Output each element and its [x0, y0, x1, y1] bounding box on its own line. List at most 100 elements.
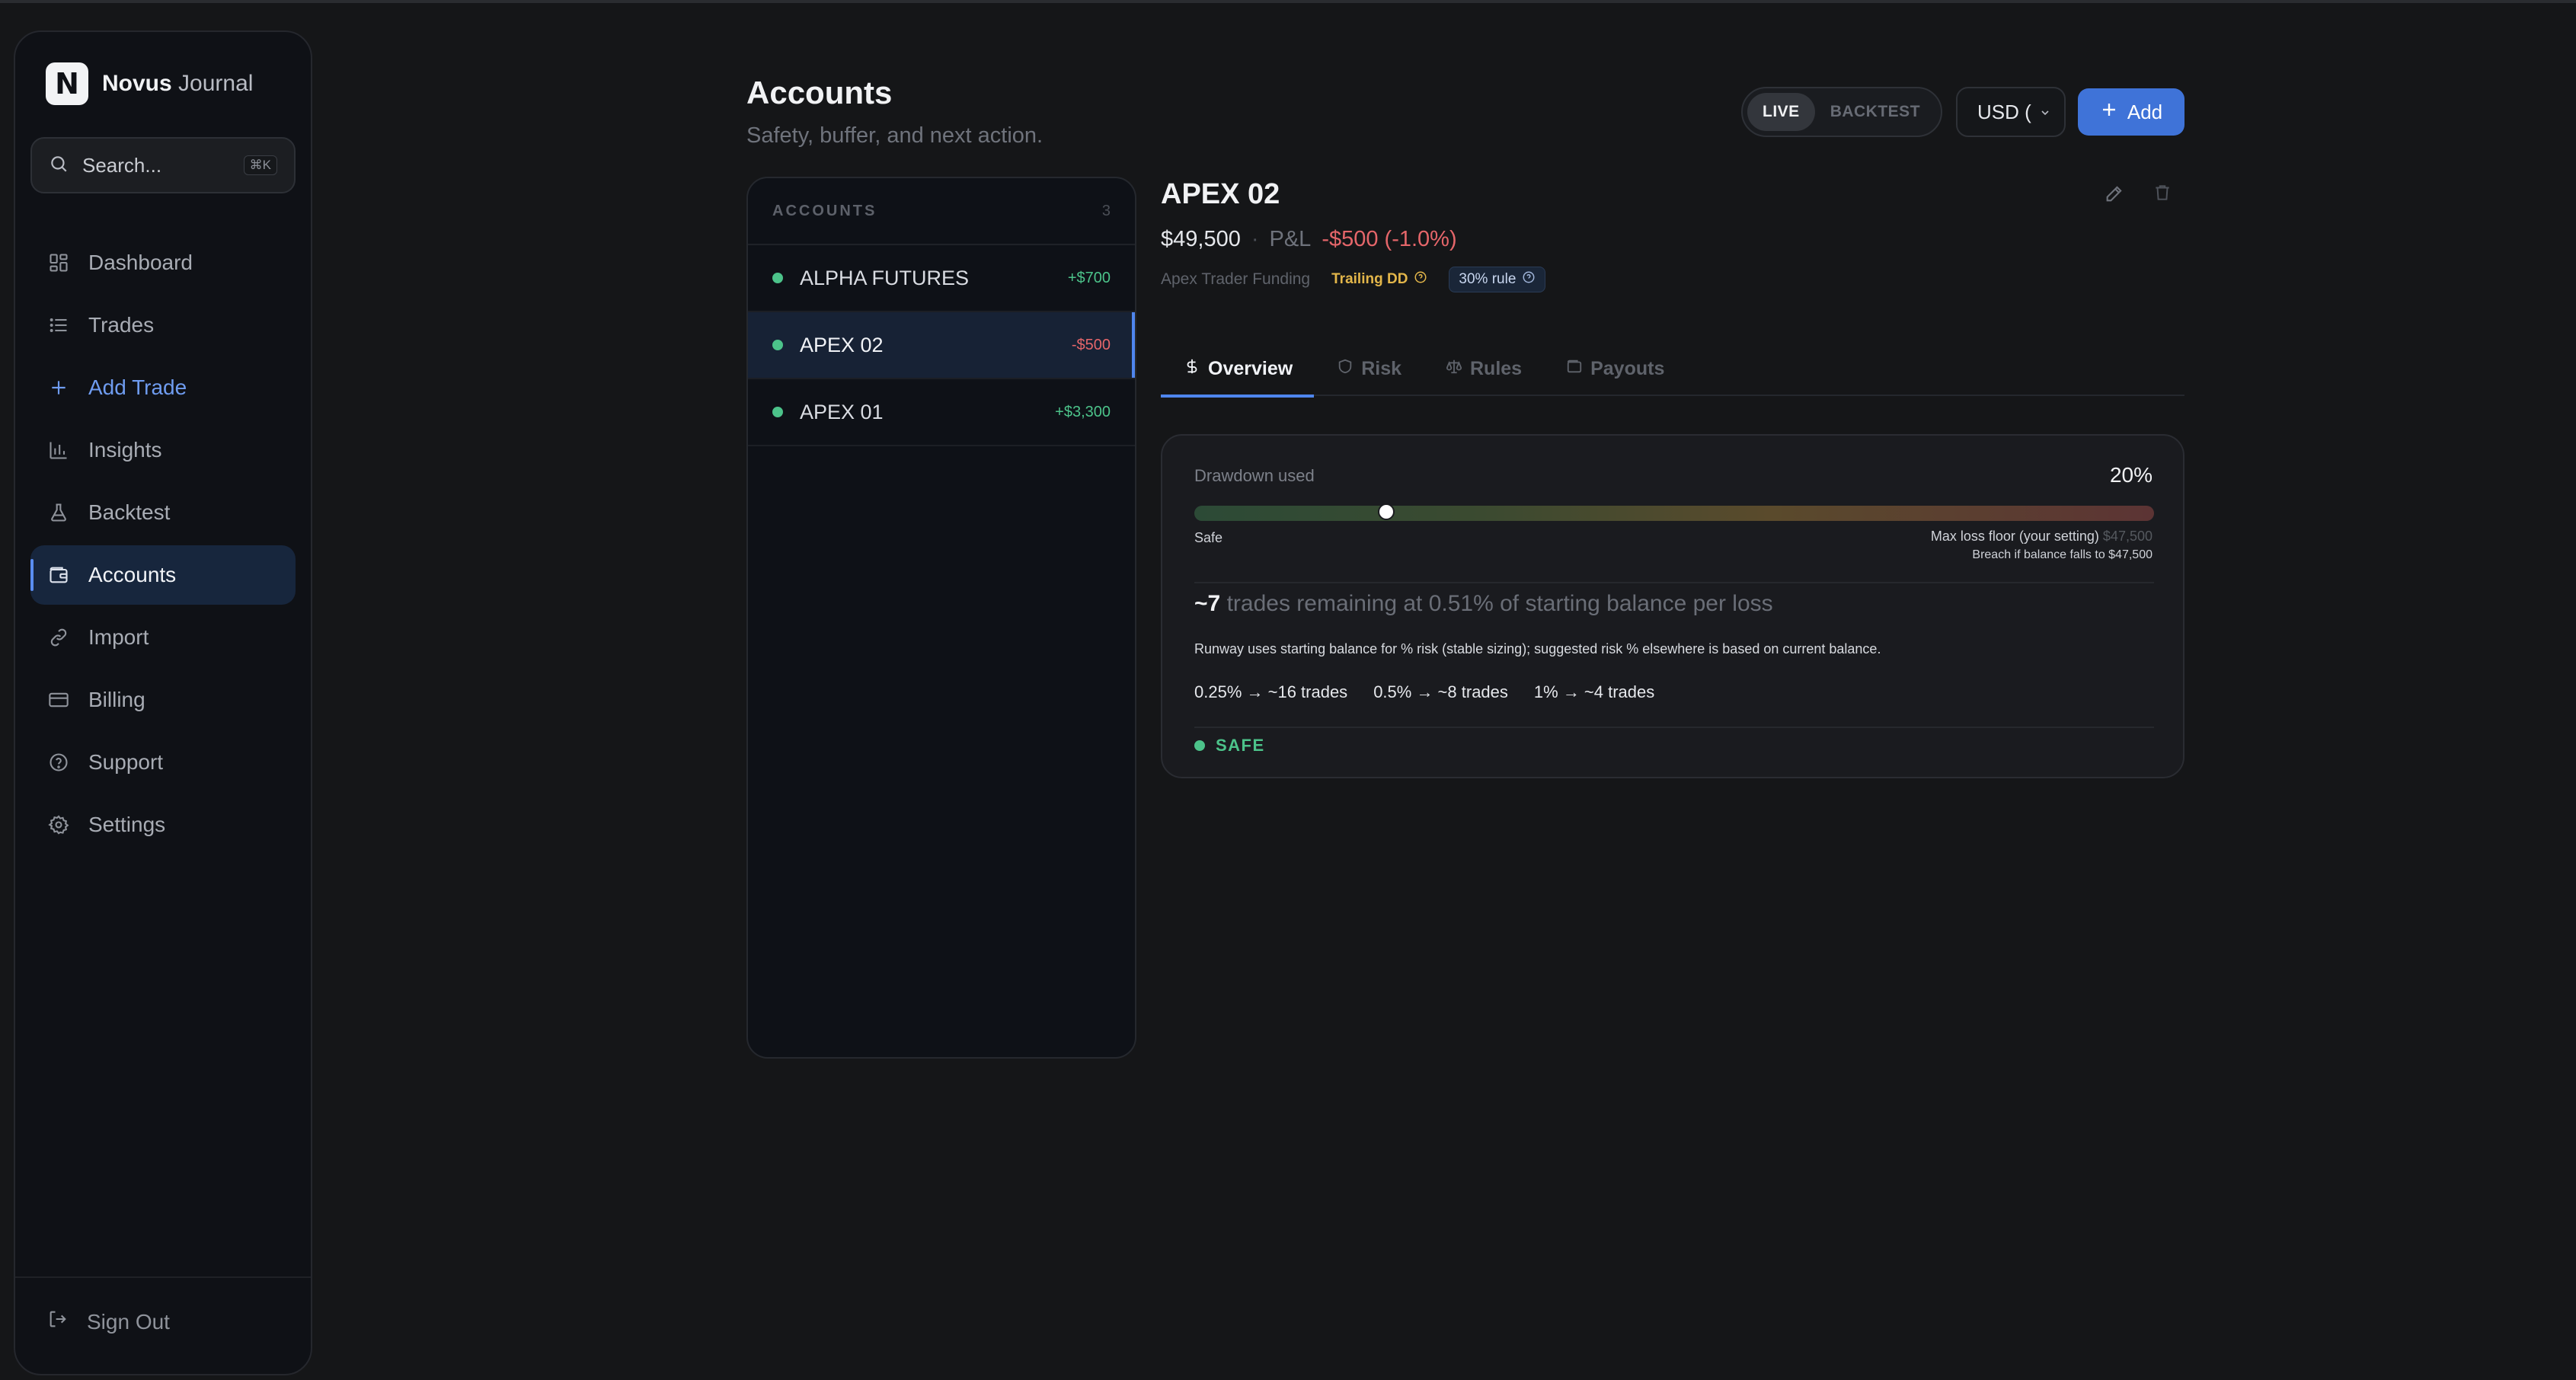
- tab-label: Rules: [1470, 357, 1523, 379]
- sidebar-item-label: Dashboard: [88, 251, 193, 274]
- sidebar-item-insights[interactable]: Insights: [30, 420, 296, 480]
- pnl-label: P&L: [1269, 227, 1312, 251]
- sidebar-item-settings[interactable]: Settings: [30, 795, 296, 855]
- firm-name: Apex Trader Funding: [1161, 270, 1311, 288]
- scale-icon: [1446, 358, 1462, 380]
- tab-label: Payouts: [1590, 357, 1665, 379]
- trailing-dd-label: Trailing DD: [1331, 271, 1408, 287]
- risk-option: 1% → ~4 trades: [1533, 682, 1655, 701]
- mode-live-button[interactable]: LIVE: [1747, 93, 1815, 131]
- tab-payouts[interactable]: Payouts: [1543, 341, 1686, 396]
- rule-badge[interactable]: 30% rule: [1449, 267, 1546, 292]
- divider: [1194, 582, 2154, 583]
- breach-note: Breach if balance falls to $47,500: [1972, 548, 2153, 561]
- sidebar-footer: Sign Out: [15, 1276, 311, 1374]
- tab-label: Risk: [1361, 357, 1401, 379]
- edit-icon[interactable]: [2104, 183, 2125, 208]
- sidebar-item-label: Settings: [88, 813, 166, 836]
- sidebar: N Novus Journal Search... ⌘K Dashboard T…: [14, 30, 312, 1375]
- sidebar-item-billing[interactable]: Billing: [30, 670, 296, 730]
- status-dot: [772, 340, 783, 350]
- link-icon: [47, 626, 70, 649]
- sidebar-item-label: Support: [88, 750, 164, 774]
- sign-out-icon: [47, 1308, 69, 1335]
- separator-dot: ·: [1251, 227, 1259, 251]
- help-circle-icon: [47, 751, 70, 774]
- sidebar-item-label: Add Trade: [88, 375, 187, 399]
- account-row-alpha-futures[interactable]: ALPHA FUTURES +$700: [748, 245, 1135, 312]
- runway-summary: ~7 trades remaining at 0.51% of starting…: [1194, 591, 1773, 617]
- safe-label: Safe: [1194, 530, 1223, 545]
- trash-icon[interactable]: [2153, 183, 2172, 206]
- window-top-edge: [0, 0, 2576, 3]
- tab-rules[interactable]: Rules: [1423, 341, 1543, 396]
- wallet-icon: [1566, 358, 1583, 380]
- mode-toggle: LIVE BACKTEST: [1741, 87, 1942, 137]
- account-name: APEX 02: [800, 333, 884, 356]
- max-loss-value: $47,500: [2102, 529, 2153, 544]
- dollar-icon: [1184, 358, 1200, 380]
- grid-icon: [47, 251, 70, 274]
- sidebar-item-trades[interactable]: Trades: [30, 295, 296, 355]
- flask-icon: [47, 501, 70, 524]
- account-name: ALPHA FUTURES: [800, 266, 970, 289]
- shield-icon: [1337, 358, 1354, 380]
- help-circle-icon: [1522, 270, 1536, 289]
- max-loss-floor: Max loss floor (your setting) $47,500: [1931, 529, 2153, 545]
- sidebar-item-add-trade[interactable]: Add Trade: [30, 358, 296, 417]
- add-button-label: Add: [2127, 100, 2163, 123]
- account-row-apex-02[interactable]: APEX 02 -$500: [748, 312, 1135, 379]
- sidebar-item-label: Accounts: [88, 563, 177, 586]
- account-row-apex-01[interactable]: APEX 01 +$3,300: [748, 379, 1135, 446]
- sidebar-item-backtest[interactable]: Backtest: [30, 483, 296, 542]
- account-meta: Apex Trader Funding Trailing DD 30% rule: [1161, 267, 1546, 292]
- trailing-dd-badge[interactable]: Trailing DD: [1324, 267, 1435, 292]
- account-title: APEX 02: [1161, 178, 1280, 210]
- wallet-icon: [47, 564, 70, 586]
- sidebar-item-accounts[interactable]: Accounts: [30, 545, 296, 605]
- status-dot: [772, 273, 783, 283]
- currency-select[interactable]: USD (: [1956, 87, 2066, 137]
- add-account-button[interactable]: Add: [2078, 88, 2184, 136]
- status-badge: SAFE: [1194, 736, 1265, 755]
- account-pnl: -$500: [1071, 336, 1111, 353]
- rule-badge-label: 30% rule: [1459, 271, 1517, 287]
- account-name: APEX 01: [800, 400, 884, 423]
- drawdown-marker: [1378, 503, 1395, 520]
- search-shortcut: ⌘K: [243, 155, 277, 175]
- drawdown-percent: 20%: [2109, 463, 2153, 487]
- tab-risk[interactable]: Risk: [1314, 341, 1423, 396]
- drawdown-label: Drawdown used: [1194, 466, 1315, 485]
- pnl-value: -$500 (-1.0%): [1322, 227, 1457, 251]
- accounts-heading: ACCOUNTS: [772, 202, 877, 219]
- page-subtitle: Safety, buffer, and next action.: [746, 123, 1044, 148]
- gear-icon: [47, 813, 70, 836]
- sidebar-item-dashboard[interactable]: Dashboard: [30, 233, 296, 292]
- runway-count: ~7: [1194, 591, 1221, 616]
- brand-name: Novus Journal: [102, 71, 254, 96]
- bar-chart-icon: [47, 439, 70, 462]
- brand[interactable]: N Novus Journal: [46, 62, 253, 105]
- balance-line: $49,500 · P&L -$500 (-1.0%): [1161, 227, 1457, 252]
- chevron-down-icon: [2039, 101, 2051, 124]
- risk-options: 0.25% → ~16 trades 0.5% → ~8 trades 1% →…: [1194, 682, 1654, 702]
- plus-icon: [2100, 101, 2118, 124]
- max-loss-label: Max loss floor (your setting): [1930, 529, 2099, 544]
- tab-label: Overview: [1208, 357, 1293, 379]
- account-balance: $49,500: [1161, 227, 1241, 251]
- list-icon: [47, 314, 70, 337]
- account-pnl: +$3,300: [1055, 403, 1111, 420]
- accounts-panel-header: ACCOUNTS 3: [748, 178, 1135, 245]
- accounts-count: 3: [1101, 202, 1111, 219]
- sidebar-item-label: Import: [88, 625, 149, 649]
- risk-option: 0.5% → ~8 trades: [1373, 682, 1508, 701]
- tab-overview[interactable]: Overview: [1161, 341, 1315, 398]
- brand-logo: N: [46, 62, 88, 105]
- sidebar-item-support[interactable]: Support: [30, 733, 296, 792]
- sign-out-label: Sign Out: [87, 1309, 170, 1334]
- sidebar-item-import[interactable]: Import: [30, 608, 296, 667]
- search-input[interactable]: Search... ⌘K: [30, 137, 296, 193]
- sign-out-button[interactable]: Sign Out: [47, 1308, 170, 1335]
- mode-backtest-button[interactable]: BACKTEST: [1815, 93, 1935, 131]
- sidebar-nav: Dashboard Trades Add Trade Insights Back…: [30, 233, 296, 858]
